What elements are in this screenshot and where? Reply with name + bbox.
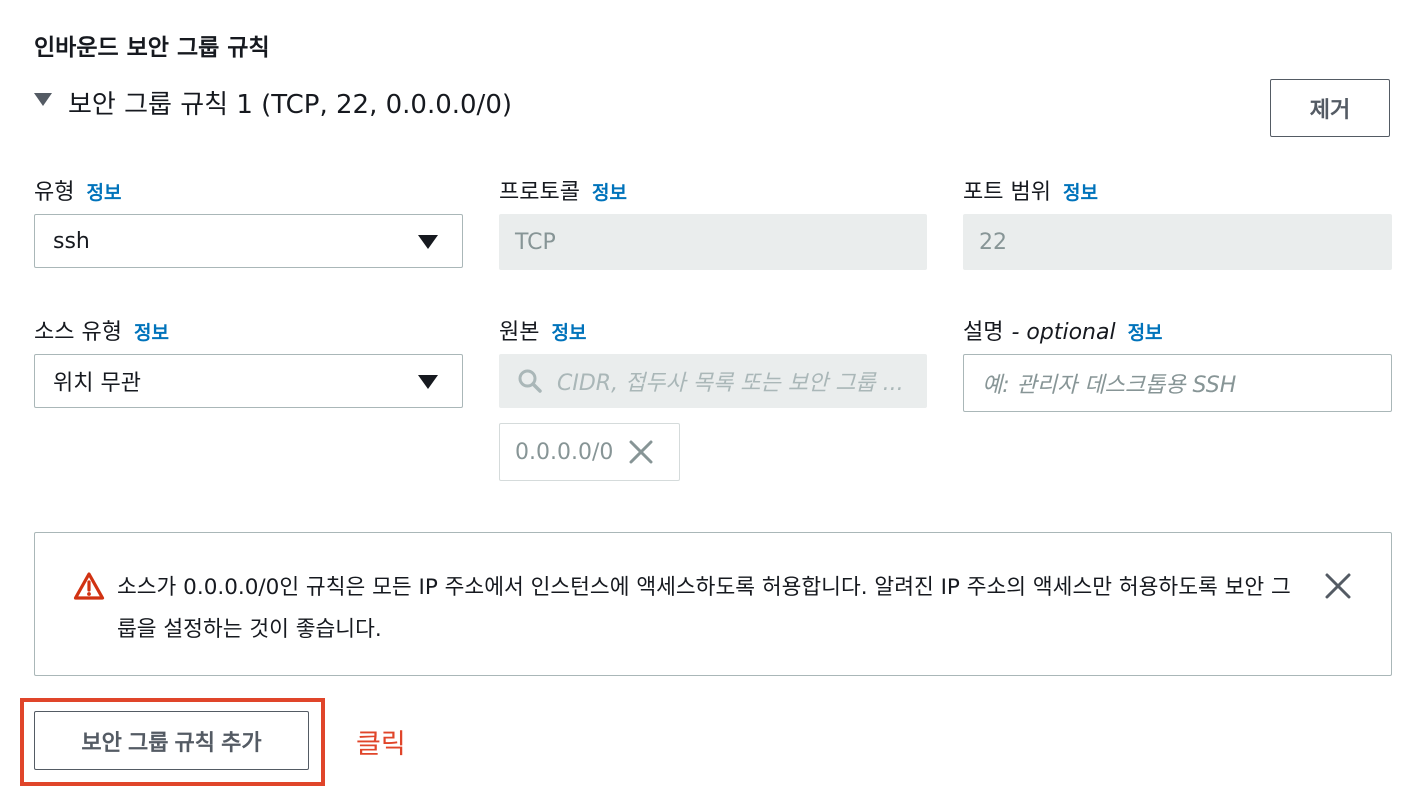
section-title: 인바운드 보안 그룹 규칙: [34, 35, 270, 61]
port-range-field: 22: [963, 214, 1392, 270]
warning-alert: 소스가 0.0.0.0/0인 규칙은 모든 IP 주소에서 인스턴스에 액세스하…: [34, 532, 1392, 676]
source-token: 0.0.0.0/0: [499, 423, 680, 481]
remove-button[interactable]: 제거: [1270, 79, 1390, 137]
type-info-link[interactable]: 정보: [86, 178, 121, 205]
type-select-value: ssh: [53, 228, 90, 254]
rule-header[interactable]: 보안 그룹 규칙 1 (TCP, 22, 0.0.0.0/0): [34, 84, 512, 121]
protocol-field: TCP: [499, 214, 927, 270]
port-range-label-text: 포트 범위: [963, 180, 1051, 205]
source-token-value: 0.0.0.0/0: [515, 439, 614, 465]
protocol-label-text: 프로토콜: [499, 180, 580, 205]
protocol-label: 프로토콜 정보: [499, 174, 627, 206]
dropdown-arrow-icon: [418, 375, 438, 389]
port-range-label: 포트 범위 정보: [963, 174, 1098, 206]
add-security-group-rule-button[interactable]: 보안 그룹 규칙 추가: [34, 711, 309, 770]
type-label: 유형 정보: [34, 174, 121, 206]
dropdown-arrow-icon: [418, 235, 438, 249]
description-label: 설명 - optional 정보: [963, 314, 1163, 346]
protocol-value: TCP: [515, 229, 556, 255]
source-label-text: 원본: [499, 320, 540, 345]
source-type-select-value: 위치 무관: [53, 371, 141, 396]
warning-icon: [73, 572, 105, 600]
description-input[interactable]: 예: 관리자 데스크톱용 SSH: [963, 354, 1392, 412]
description-placeholder: 예: 관리자 데스크톱용 SSH: [982, 373, 1237, 398]
rule-title[interactable]: 보안 그룹 규칙 1 (TCP, 22, 0.0.0.0/0): [68, 84, 512, 121]
search-icon: [518, 369, 542, 393]
source-type-label: 소스 유형 정보: [34, 314, 169, 346]
optional-label: - optional: [1011, 320, 1116, 345]
click-annotation: 클릭: [356, 729, 406, 760]
close-icon[interactable]: [1325, 573, 1351, 599]
port-range-info-link[interactable]: 정보: [1063, 178, 1098, 205]
type-select[interactable]: ssh: [34, 214, 463, 268]
alert-message: 소스가 0.0.0.0/0인 규칙은 모든 IP 주소에서 인스턴스에 액세스하…: [117, 575, 1291, 642]
source-label: 원본 정보: [499, 314, 586, 346]
type-label-text: 유형: [34, 180, 75, 205]
description-label-text: 설명: [963, 320, 1004, 345]
source-search-input[interactable]: CIDR, 접두사 목록 또는 보안 그룹 ...: [499, 354, 927, 408]
source-type-info-link[interactable]: 정보: [134, 318, 169, 345]
description-info-link[interactable]: 정보: [1128, 318, 1163, 345]
close-icon[interactable]: [629, 440, 653, 464]
caret-down-icon[interactable]: [34, 93, 52, 106]
protocol-info-link[interactable]: 정보: [592, 178, 627, 205]
source-info-link[interactable]: 정보: [551, 318, 586, 345]
source-type-select[interactable]: 위치 무관: [34, 354, 463, 408]
port-range-value: 22: [979, 229, 1007, 255]
source-type-label-text: 소스 유형: [34, 320, 122, 345]
source-search-placeholder: CIDR, 접두사 목록 또는 보안 그룹 ...: [557, 371, 904, 396]
